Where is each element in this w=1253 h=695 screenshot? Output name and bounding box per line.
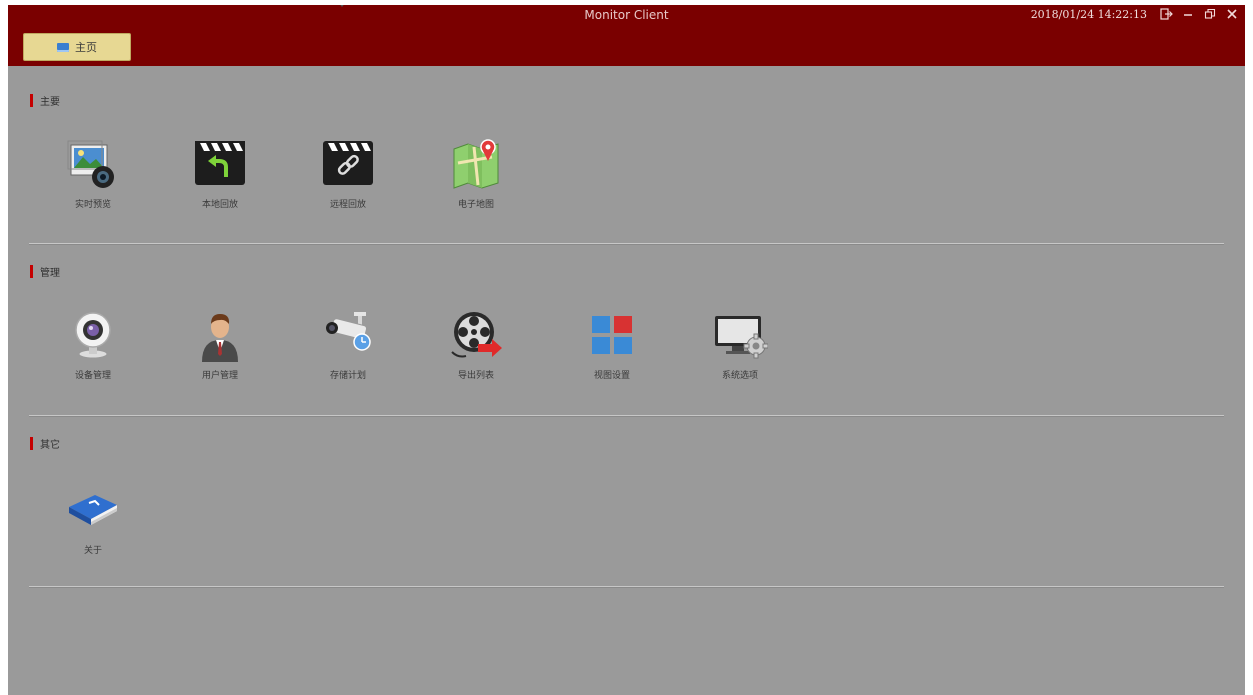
device-management-icon (65, 306, 121, 362)
logout-icon[interactable] (1159, 7, 1173, 21)
view-settings-button[interactable]: 视图设置 (567, 306, 657, 381)
section-divider (29, 586, 1224, 587)
section-accent-bar (30, 94, 33, 107)
item-label: 系统选项 (721, 371, 758, 381)
user-management-icon (192, 306, 248, 362)
remote-playback-button[interactable]: 远程回放 (303, 135, 393, 210)
view-settings-icon (584, 306, 640, 362)
item-label: 电子地图 (457, 200, 494, 210)
storage-plan-button[interactable]: 存储计划 (303, 306, 393, 381)
item-label: 本地回放 (201, 200, 238, 210)
section-title: 其它 (40, 440, 60, 451)
export-list-button[interactable]: 导出列表 (431, 306, 521, 381)
live-preview-button[interactable]: 实时预览 (48, 135, 138, 210)
item-label: 导出列表 (457, 371, 494, 381)
remote-playback-icon (320, 135, 376, 191)
item-label: 设备管理 (74, 371, 111, 381)
section-header-management: 管理 (30, 264, 60, 279)
section-header-other: 其它 (30, 436, 60, 451)
item-label: 关于 (83, 546, 102, 556)
item-label: 存储计划 (329, 371, 366, 381)
section-header-main: 主要 (30, 93, 60, 108)
local-playback-button[interactable]: 本地回放 (175, 135, 265, 210)
item-label: 远程回放 (329, 200, 366, 210)
section-title: 管理 (40, 268, 60, 279)
drop-marker-icon (337, 5, 347, 7)
user-management-button[interactable]: 用户管理 (175, 306, 265, 381)
item-label: 视图设置 (593, 371, 630, 381)
home-tab[interactable]: 主页 (23, 33, 131, 61)
storage-plan-icon (320, 306, 376, 362)
system-options-button[interactable]: 系统选项 (695, 306, 785, 381)
home-tab-label: 主页 (75, 41, 97, 54)
section-divider (29, 415, 1224, 416)
app-window: Monitor Client 2018/01/24 14:22:13 主页 主要 (8, 5, 1245, 695)
section-accent-bar (30, 437, 33, 450)
about-icon (65, 481, 121, 537)
section-divider (29, 243, 1224, 244)
restore-icon[interactable] (1203, 7, 1217, 21)
local-playback-icon (192, 135, 248, 191)
monitor-icon (57, 42, 69, 52)
minimize-icon[interactable] (1181, 7, 1195, 21)
e-map-button[interactable]: 电子地图 (431, 135, 521, 210)
section-title: 主要 (40, 97, 60, 108)
live-preview-icon (65, 135, 121, 191)
system-options-icon (712, 306, 769, 362)
item-label: 实时预览 (74, 200, 111, 210)
window-controls: 2018/01/24 14:22:13 (1031, 7, 1239, 21)
device-management-button[interactable]: 设备管理 (48, 306, 138, 381)
e-map-icon (448, 135, 504, 191)
about-button[interactable]: 关于 (48, 481, 138, 556)
title-bar: Monitor Client 2018/01/24 14:22:13 主页 (8, 5, 1245, 66)
section-accent-bar (30, 265, 33, 278)
datetime: 2018/01/24 14:22:13 (1030, 7, 1147, 21)
export-list-icon (448, 306, 504, 362)
close-icon[interactable] (1225, 7, 1239, 21)
item-label: 用户管理 (201, 371, 238, 381)
